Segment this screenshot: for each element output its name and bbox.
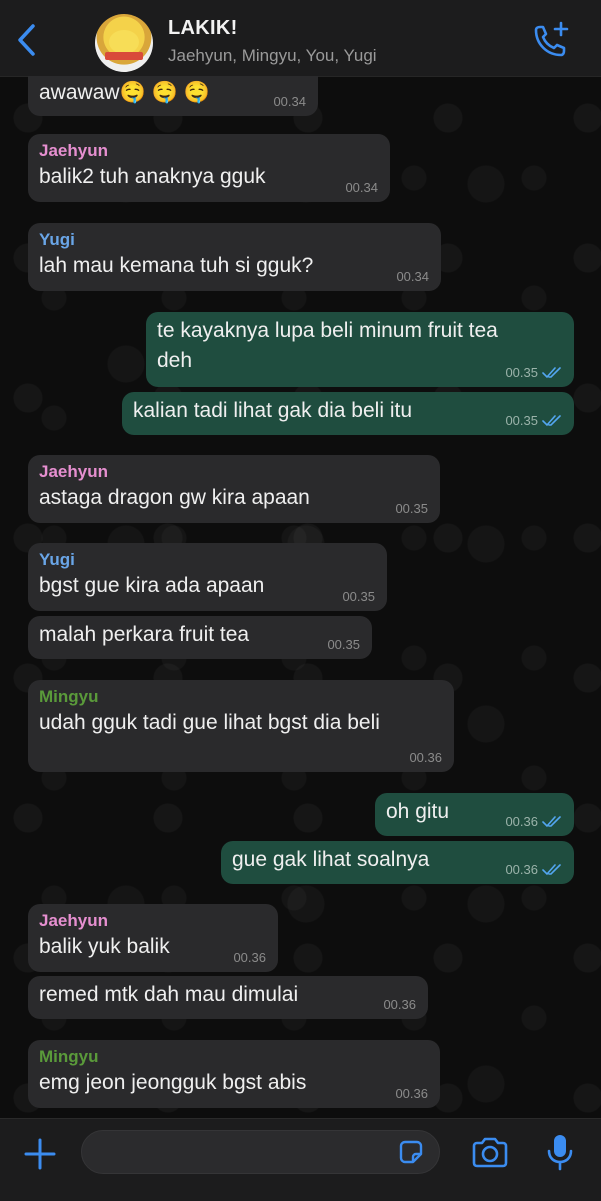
message-bubble[interactable]: Jaehyun astaga dragon gw kira apaan 00.3… (28, 455, 440, 523)
group-avatar[interactable] (95, 14, 153, 72)
double-check-icon (542, 863, 561, 875)
group-title[interactable]: LAKIK! (168, 17, 238, 40)
chevron-left-icon (18, 24, 35, 56)
sender-name[interactable]: Yugi (39, 229, 430, 251)
message-text: lah mau kemana tuh si gguk? (39, 254, 314, 277)
sender-name[interactable]: Jaehyun (39, 461, 429, 483)
message-time: 00.36 (233, 950, 266, 965)
message-time: 00.34 (345, 180, 378, 195)
message-bubble[interactable]: Jaehyun balik yuk balik 00.36 (28, 904, 278, 972)
message-time: 00.34 (273, 94, 306, 109)
message-bubble[interactable]: Yugi bgst gue kira ada apaan 00.35 (28, 543, 387, 611)
sender-name[interactable]: Mingyu (39, 1046, 429, 1068)
message-time-text: 00.35 (505, 413, 538, 428)
sender-name[interactable]: Jaehyun (39, 910, 267, 932)
message-time-text: 00.36 (505, 814, 538, 829)
message-text: kalian tadi lihat gak dia beli itu (133, 399, 413, 422)
message-input[interactable] (81, 1130, 440, 1174)
double-check-icon (542, 366, 561, 378)
message-text: bgst gue kira ada apaan (39, 574, 265, 597)
sender-name[interactable]: Yugi (39, 549, 376, 571)
message-text-line-2: deh (157, 349, 193, 372)
back-button[interactable] (8, 18, 44, 62)
sticker-button[interactable] (397, 1138, 425, 1166)
double-check-icon (542, 414, 561, 426)
camera-button[interactable] (470, 1135, 510, 1171)
message-time: 00.36 (383, 997, 416, 1012)
message-time: 00.36 (409, 750, 442, 765)
message-bubble[interactable]: remed mtk dah mau dimulai 00.36 (28, 976, 428, 1019)
message-bubble[interactable]: Jaehyun balik2 tuh anaknya gguk 00.34 (28, 134, 390, 202)
message-bubble[interactable]: malah perkara fruit tea 00.35 (28, 616, 372, 659)
message-bubble[interactable]: Mingyu emg jeon jeongguk bgst abis 00.36 (28, 1040, 440, 1108)
message-time: 00.35 (327, 637, 360, 652)
message-bubble[interactable]: awawaw🤤 🤤 🤤 00.34 (28, 76, 318, 116)
sender-name[interactable]: Mingyu (39, 686, 443, 708)
message-bubble-outgoing[interactable]: oh gitu 00.36 (375, 793, 574, 836)
message-time-text: 00.36 (505, 862, 538, 877)
message-time: 00.35 (395, 501, 428, 516)
message-time: 00.36 (395, 1086, 428, 1101)
camera-icon (472, 1137, 508, 1168)
message-time: 00.34 (396, 269, 429, 284)
plus-icon (24, 1138, 56, 1170)
message-bubble-outgoing[interactable]: te kayaknya lupa beli minum fruit tea de… (146, 312, 574, 387)
message-text: emg jeon jeongguk bgst abis (39, 1071, 307, 1094)
sticker-icon (399, 1140, 423, 1164)
message-time: 00.36 (505, 814, 562, 829)
phone-add-icon (534, 21, 569, 57)
group-members[interactable]: Jaehyun, Mingyu, You, Yugi (168, 46, 377, 66)
sender-name[interactable]: Jaehyun (39, 140, 379, 162)
message-time: 00.35 (505, 413, 562, 428)
message-text: astaga dragon gw kira apaan (39, 486, 310, 509)
microphone-icon (547, 1135, 573, 1171)
message-text: balik2 tuh anaknya gguk (39, 165, 266, 188)
message-time-text: 00.35 (505, 365, 538, 380)
voice-message-button[interactable] (544, 1132, 576, 1172)
attach-button[interactable] (22, 1136, 58, 1172)
message-text: malah perkara fruit tea (39, 623, 250, 646)
message-bubble-outgoing[interactable]: gue gak lihat soalnya 00.36 (221, 841, 574, 884)
message-time: 00.35 (505, 365, 562, 380)
message-text: awawaw🤤 🤤 🤤 (39, 81, 210, 104)
message-bubble-outgoing[interactable]: kalian tadi lihat gak dia beli itu 00.35 (122, 392, 574, 435)
message-text: remed mtk dah mau dimulai (39, 983, 299, 1006)
message-bubble[interactable]: Mingyu udah gguk tadi gue lihat bgst dia… (28, 680, 454, 772)
add-call-button[interactable] (528, 20, 572, 64)
message-text: udah gguk tadi gue lihat bgst dia beli (39, 711, 380, 734)
message-bubble[interactable]: Yugi lah mau kemana tuh si gguk? 00.34 (28, 223, 441, 291)
chat-header: LAKIK! Jaehyun, Mingyu, You, Yugi (0, 0, 601, 77)
message-text-line-1: te kayaknya lupa beli minum fruit tea (157, 319, 498, 342)
message-time: 00.35 (342, 589, 375, 604)
message-time: 00.36 (505, 862, 562, 877)
double-check-icon (542, 815, 561, 827)
message-composer (0, 1118, 601, 1201)
